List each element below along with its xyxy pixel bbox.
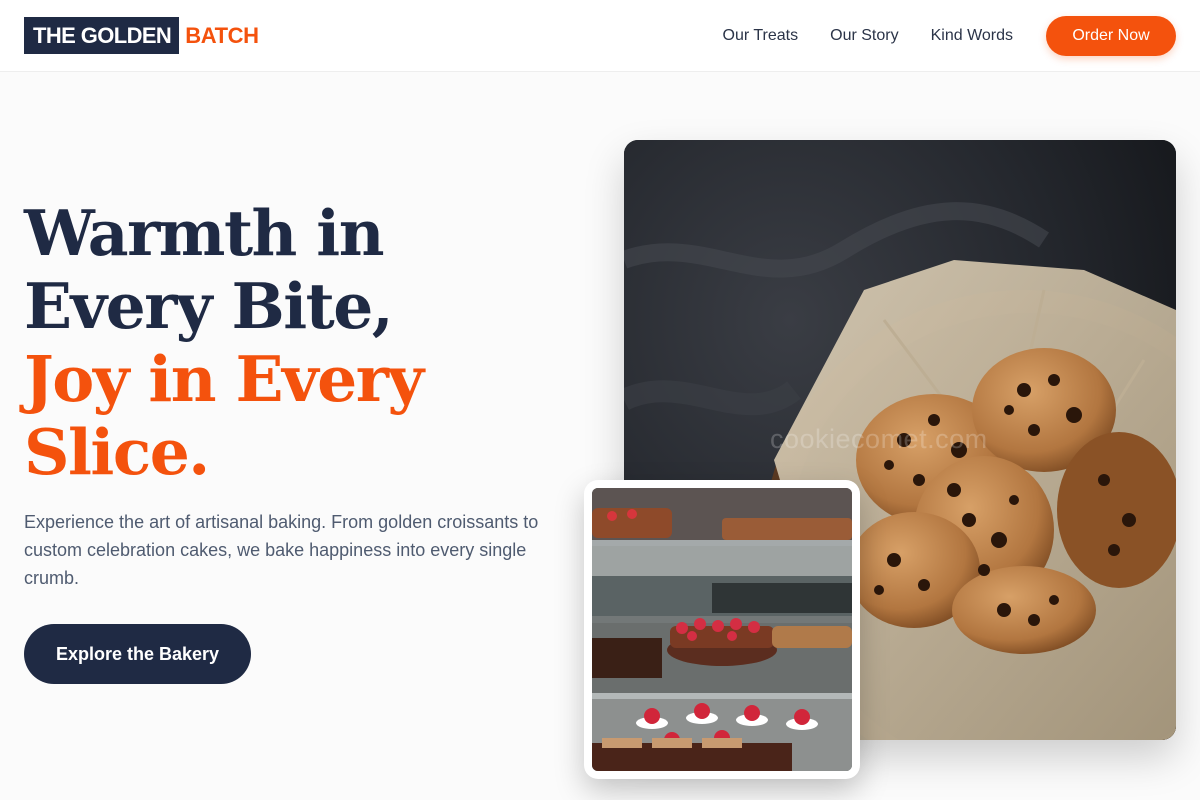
nav-link-our-story[interactable]: Our Story [830,27,898,45]
headline-line-1: Warmth in [24,196,385,270]
nav-link-our-treats[interactable]: Our Treats [723,27,799,45]
pastry-display-case-photo [592,488,852,771]
nav-link-kind-words[interactable]: Kind Words [931,27,1013,45]
main-nav: Our Treats Our Story Kind Words Order No… [723,0,1176,72]
hero-description: Experience the art of artisanal baking. … [24,512,539,588]
site-header: THE GOLDEN BATCH Our Treats Our Story Ki… [0,0,1200,72]
hero-headline: Warmth in Every Bite, Joy in Every Slice… [24,197,584,489]
headline-line-4: Slice. [24,415,210,489]
pastry-case-card [584,480,860,779]
order-now-button[interactable]: Order Now [1046,16,1176,56]
logo[interactable]: THE GOLDEN BATCH [24,17,259,54]
logo-primary-text: THE GOLDEN [24,17,180,54]
explore-bakery-button[interactable]: Explore the Bakery [24,624,251,684]
headline-line-3: Joy in Every [24,342,424,416]
logo-accent-text: BATCH [185,22,259,48]
headline-line-2: Every Bite, [24,269,394,343]
